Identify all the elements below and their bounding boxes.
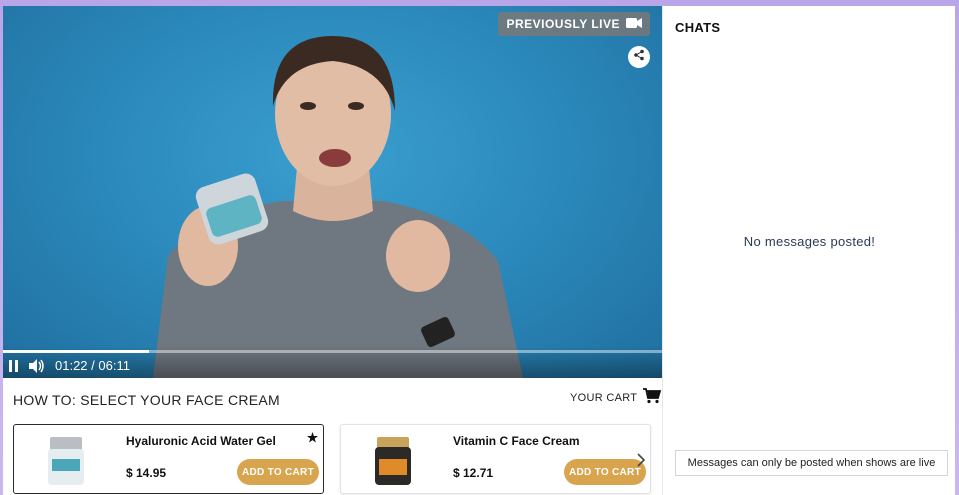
- product-jar-image: [371, 433, 415, 489]
- shopping-cart-icon: [643, 388, 662, 407]
- video-frame-image: [153, 36, 523, 378]
- add-to-cart-button[interactable]: ADD TO CART: [564, 459, 646, 485]
- product-card[interactable]: Vitamin C Face Cream $ 12.71 ADD TO CART: [340, 424, 651, 494]
- share-icon: [633, 48, 645, 66]
- add-to-cart-button[interactable]: ADD TO CART: [237, 459, 319, 485]
- product-name: Vitamin C Face Cream: [453, 434, 580, 448]
- your-cart-link[interactable]: YOUR CART: [570, 388, 662, 407]
- app-frame: PREVIOUSLY LIVE 01:22 / 06:11 HOW TO: SE…: [3, 6, 955, 495]
- product-price: $ 12.71: [453, 466, 494, 480]
- chat-disabled-notice: Messages can only be posted when shows a…: [675, 450, 948, 476]
- chat-title: CHATS: [675, 20, 721, 35]
- chat-panel: CHATS No messages posted! Messages can o…: [662, 6, 955, 495]
- previously-live-badge: PREVIOUSLY LIVE: [498, 12, 650, 36]
- chat-empty-message: No messages posted!: [743, 234, 876, 249]
- time-display: 01:22 / 06:11: [55, 358, 130, 373]
- show-title: HOW TO: SELECT YOUR FACE CREAM: [13, 392, 281, 408]
- progress-bar[interactable]: [3, 350, 662, 353]
- volume-icon[interactable]: [29, 358, 45, 373]
- video-controls: 01:22 / 06:11: [3, 346, 662, 378]
- pause-icon[interactable]: [9, 359, 19, 372]
- star-icon[interactable]: [307, 430, 318, 448]
- cart-label: YOUR CART: [570, 391, 638, 404]
- product-price: $ 14.95: [126, 466, 167, 480]
- product-jar-image: [44, 433, 88, 489]
- product-name: Hyaluronic Acid Water Gel: [126, 434, 276, 448]
- video-player[interactable]: PREVIOUSLY LIVE 01:22 / 06:11: [3, 6, 662, 378]
- share-button[interactable]: [628, 46, 650, 68]
- product-card[interactable]: Hyaluronic Acid Water Gel $ 14.95 ADD TO…: [13, 424, 324, 494]
- control-row: 01:22 / 06:11: [9, 358, 130, 373]
- badge-label: PREVIOUSLY LIVE: [506, 17, 620, 31]
- video-camera-icon: [626, 17, 642, 31]
- progress-fill: [3, 350, 150, 353]
- chevron-right-icon[interactable]: [636, 453, 646, 472]
